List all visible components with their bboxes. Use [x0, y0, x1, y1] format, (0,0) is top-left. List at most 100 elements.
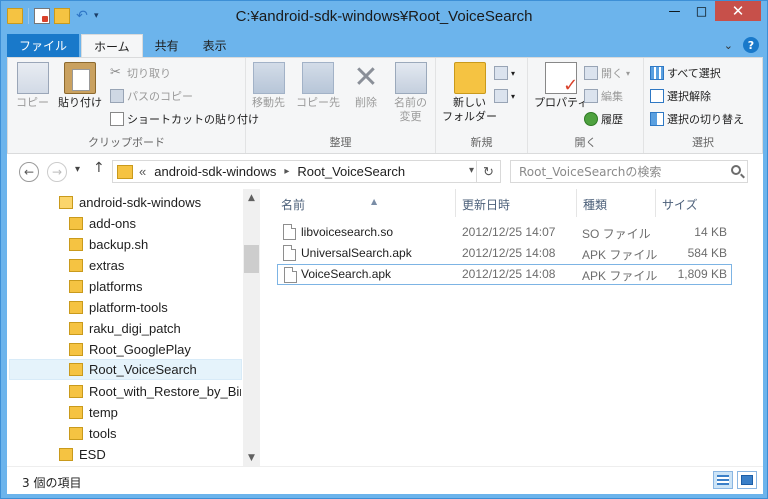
breadcrumb-overflow[interactable]: «	[139, 164, 146, 179]
tree-item-root-with-restore[interactable]: Root_with_Restore_by_Bin	[69, 381, 241, 402]
invert-selection-button[interactable]: 選択の切り替え	[650, 110, 744, 128]
select-group: すべて選択 選択解除 選択の切り替え 選択	[644, 58, 762, 153]
up-button[interactable]: ↑	[93, 160, 105, 176]
folder-icon	[59, 448, 73, 461]
move-to-label: 移動先	[252, 96, 285, 109]
close-button[interactable]: ✕	[715, 1, 761, 21]
ribbon: コピー 貼り付け ✂ 切り取り パスのコピー ショートカットの貼り付け クリップ…	[7, 57, 763, 154]
file-size: 584 KB	[687, 246, 727, 260]
tree-item-platform-tools[interactable]: platform-tools	[69, 297, 241, 318]
scroll-thumb[interactable]	[244, 245, 259, 273]
tree-item-android-sdk-windows[interactable]: android-sdk-windows	[59, 192, 239, 213]
invert-selection-label: 選択の切り替え	[667, 113, 744, 126]
folder-icon	[69, 217, 83, 230]
file-name: libvoicesearch.so	[301, 225, 394, 239]
tree-item-label: platforms	[89, 279, 143, 294]
paste-shortcut-label: ショートカットの貼り付け	[127, 113, 259, 126]
navigation-scrollbar[interactable]: ▲ ▼	[243, 189, 260, 466]
breadcrumb-separator-icon[interactable]: ▸	[284, 166, 289, 177]
scroll-down-icon[interactable]: ▼	[243, 449, 260, 466]
column-header-modified[interactable]: 更新日時	[462, 196, 510, 212]
easy-access-button[interactable]: ▾	[494, 87, 515, 105]
new-item-button[interactable]: ▾	[494, 64, 515, 82]
file-row[interactable]: libvoicesearch.so 2012/12/25 14:07 SO ファ…	[277, 222, 732, 243]
details-view-icon	[717, 475, 729, 485]
open-button[interactable]: 開く ▾	[584, 64, 630, 82]
tree-item-label: Root_with_Restore_by_Bin	[89, 384, 241, 399]
rename-button[interactable]: 名前の 変更	[394, 62, 427, 124]
tree-item-platforms[interactable]: platforms	[69, 276, 241, 297]
tree-item-temp[interactable]: temp	[69, 402, 241, 423]
window-controls: — □ ✕	[661, 1, 761, 21]
address-bar[interactable]: « android-sdk-windows ▸ Root_VoiceSearch…	[112, 160, 501, 183]
tree-item-add-ons[interactable]: add-ons	[69, 213, 241, 234]
file-row-selected[interactable]: VoiceSearch.apk 2012/12/25 14:08 APK ファイ…	[277, 264, 732, 285]
forward-button[interactable]: →	[47, 162, 67, 182]
tree-item-root-googleplay[interactable]: Root_GooglePlay	[69, 339, 241, 360]
back-button[interactable]: ←	[19, 162, 39, 182]
copy-to-button[interactable]: コピー先	[296, 62, 340, 110]
maximize-button[interactable]: □	[688, 1, 715, 21]
tree-item-label: backup.sh	[89, 237, 149, 252]
delete-label: 削除	[355, 96, 377, 109]
address-dropdown-icon[interactable]: ▾	[469, 165, 474, 176]
column-divider[interactable]	[576, 189, 577, 217]
select-none-button[interactable]: 選択解除	[650, 87, 711, 105]
scroll-up-icon[interactable]: ▲	[243, 189, 260, 206]
details-view-button[interactable]	[713, 471, 733, 489]
tree-item-label: Root_VoiceSearch	[89, 362, 197, 377]
search-icon[interactable]	[731, 165, 741, 175]
copy-path-button[interactable]: パスのコピー	[110, 87, 193, 105]
breadcrumb-root-voicesearch[interactable]: Root_VoiceSearch	[297, 164, 405, 179]
recent-locations-icon[interactable]: ▾	[75, 164, 80, 175]
rename-label-2: 変更	[399, 110, 422, 123]
open-dropdown-icon: ▾	[626, 68, 631, 78]
minimize-button[interactable]: —	[661, 1, 688, 21]
properties-icon	[545, 62, 578, 96]
properties-button[interactable]: プロパティ	[534, 62, 588, 110]
tab-home[interactable]: ホーム	[81, 34, 143, 57]
column-divider[interactable]	[655, 189, 656, 217]
folder-icon	[69, 427, 83, 440]
organize-group: 移動先 コピー先 ✕ 削除 名前の 変更 整理	[246, 58, 436, 153]
column-divider[interactable]	[455, 189, 456, 217]
delete-button[interactable]: ✕ 削除	[350, 62, 382, 110]
tab-view[interactable]: 表示	[191, 34, 239, 57]
folder-icon	[69, 238, 83, 251]
column-header-name[interactable]: 名前 ▲	[281, 196, 451, 212]
tree-item-raku-digi-patch[interactable]: raku_digi_patch	[69, 318, 241, 339]
column-header-size[interactable]: サイズ	[662, 196, 698, 212]
tree-item-label: extras	[89, 258, 125, 273]
paste-shortcut-button[interactable]: ショートカットの貼り付け	[110, 110, 259, 128]
new-folder-button[interactable]: 新しい フォルダー	[442, 62, 497, 124]
select-all-button[interactable]: すべて選択	[650, 64, 721, 82]
copy-button[interactable]: コピー	[16, 62, 49, 110]
easy-access-dropdown-icon: ▾	[511, 91, 516, 101]
expand-ribbon-icon[interactable]: ⌄	[724, 39, 733, 52]
paste-icon	[64, 62, 96, 94]
tree-item-extras[interactable]: extras	[69, 255, 241, 276]
new-item-icon	[494, 66, 508, 80]
cut-button[interactable]: ✂ 切り取り	[110, 64, 171, 82]
large-icons-view-button[interactable]	[737, 471, 757, 489]
file-list: 名前 ▲ 更新日時 種類 サイズ libvoicesearch.so 2012/…	[271, 189, 763, 466]
tree-item-root-voicesearch[interactable]: Root_VoiceSearch	[9, 359, 242, 380]
explorer-window: ↶ ▾ C:¥android-sdk-windows¥Root_VoiceSea…	[0, 0, 768, 499]
history-button[interactable]: 履歴	[584, 110, 623, 128]
edit-button[interactable]: 編集	[584, 87, 623, 105]
refresh-icon[interactable]: ↻	[476, 161, 500, 182]
file-row[interactable]: UniversalSearch.apk 2012/12/25 14:08 APK…	[277, 243, 732, 264]
tab-file[interactable]: ファイル	[7, 34, 80, 57]
column-header-type[interactable]: 種類	[583, 196, 607, 212]
tree-item-backup-sh[interactable]: backup.sh	[69, 234, 241, 255]
folder-icon	[69, 259, 83, 272]
help-icon[interactable]: ?	[743, 37, 759, 53]
tree-item-esd[interactable]: ESD	[59, 444, 239, 465]
move-to-button[interactable]: 移動先	[252, 62, 285, 110]
tab-share[interactable]: 共有	[143, 34, 191, 57]
column-header-name-label: 名前	[281, 198, 306, 212]
tree-item-tools[interactable]: tools	[69, 423, 241, 444]
breadcrumb-android-sdk-windows[interactable]: android-sdk-windows	[154, 164, 276, 179]
paste-button[interactable]: 貼り付け	[58, 62, 102, 110]
search-input[interactable]: Root_VoiceSearchの検索	[510, 160, 748, 183]
